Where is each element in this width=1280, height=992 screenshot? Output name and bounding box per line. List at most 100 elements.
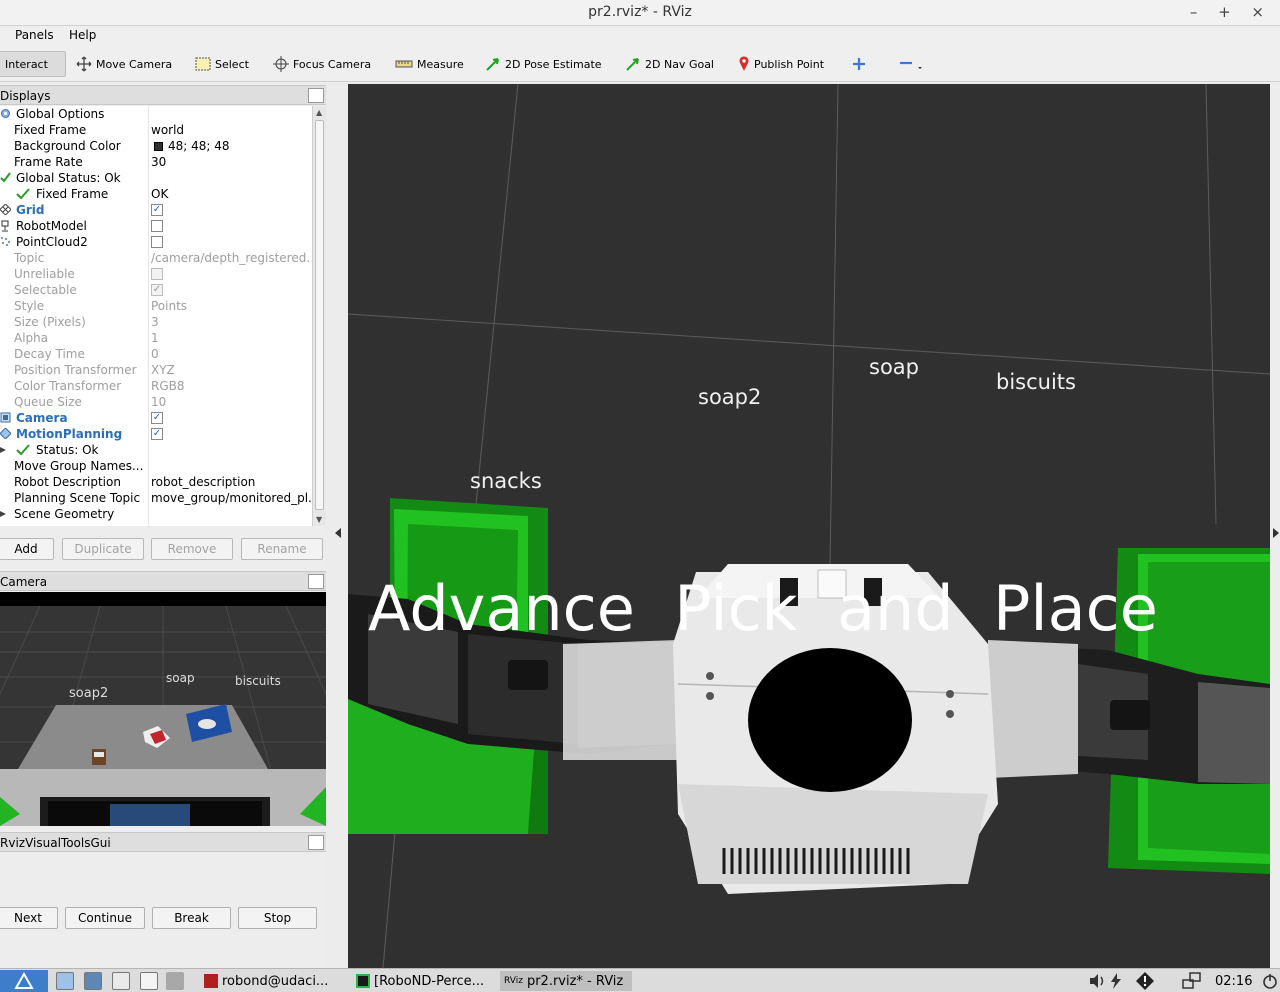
clock[interactable]: 02:16: [1215, 971, 1252, 991]
start-menu-button[interactable]: [0, 970, 48, 992]
camera-checkbox[interactable]: ✓: [151, 412, 163, 424]
check-icon: [16, 444, 30, 456]
apps-icon: [84, 972, 102, 990]
remove-tool-button[interactable]: [892, 51, 928, 77]
tree-row-unreliable[interactable]: Unreliable: [0, 266, 312, 282]
add-tool-button[interactable]: [846, 51, 872, 77]
render-3d-view[interactable]: snacks soap2 soap biscuits Advance Pick …: [348, 84, 1270, 968]
add-display-button[interactable]: Add: [0, 538, 54, 560]
taskbar-terminal-label: robond@udaci...: [222, 973, 329, 989]
panel-splitter[interactable]: [326, 84, 348, 968]
collapse-left-icon[interactable]: [335, 528, 341, 538]
start-menu-icon: [14, 972, 34, 989]
gear-icon: [1, 109, 10, 118]
tree-row-motion-planning[interactable]: MotionPlanning ✓: [0, 426, 312, 442]
collapse-right-icon[interactable]: [1273, 528, 1279, 538]
tree-row-style[interactable]: Style Points: [0, 298, 312, 314]
taskbar-pycharm[interactable]: [RoboND-Perce...: [356, 971, 496, 991]
continue-button[interactable]: Continue: [65, 907, 145, 929]
select-icon: [195, 57, 211, 71]
window-controls[interactable]: – + ×: [1190, 3, 1272, 21]
tree-row-robot-model[interactable]: RobotModel: [0, 218, 312, 234]
window-launcher[interactable]: [112, 971, 130, 991]
measure-label: Measure: [417, 57, 464, 71]
tree-row-grid[interactable]: Grid ✓: [0, 202, 312, 218]
nav-goal-tool[interactable]: 2D Nav Goal: [619, 51, 720, 77]
scroll-down-icon[interactable]: ▼: [316, 515, 322, 524]
grid-enable-checkbox[interactable]: ✓: [151, 204, 163, 216]
menu-bar: Panels Help: [0, 26, 1280, 46]
tree-row-pointcloud2[interactable]: PointCloud2: [0, 234, 312, 250]
taskbar-terminal[interactable]: robond@udaci...: [204, 971, 348, 991]
tree-row-global-options[interactable]: Global Options: [0, 106, 312, 122]
tree-row-move-group-names[interactable]: Move Group Names...: [0, 458, 312, 474]
rename-display-button[interactable]: Rename: [241, 538, 323, 560]
motion-planning-checkbox[interactable]: ✓: [151, 428, 163, 440]
green-arrow-icon: [486, 58, 499, 71]
duplicate-display-button[interactable]: Duplicate: [62, 538, 144, 560]
logout-tray[interactable]: [1262, 971, 1278, 991]
minus-icon: [900, 61, 922, 69]
tree-row-camera[interactable]: Camera ✓: [0, 410, 312, 426]
robot-model-checkbox[interactable]: [151, 220, 163, 232]
pose-estimate-tool[interactable]: 2D Pose Estimate: [479, 51, 608, 77]
notification-tray[interactable]: [1136, 971, 1154, 991]
volume-tray[interactable]: [1088, 971, 1106, 991]
camera-panel-close-checkbox[interactable]: [308, 574, 324, 589]
tree-row-color-transformer[interactable]: Color Transformer RGB8: [0, 378, 312, 394]
focus-camera-tool[interactable]: Focus Camera: [267, 51, 377, 77]
unreliable-checkbox[interactable]: [151, 268, 163, 280]
expand-arrow-icon[interactable]: [0, 511, 6, 517]
tree-row-status-ok[interactable]: Status: Ok: [0, 442, 312, 458]
tree-row-planning-scene-topic[interactable]: Planning Scene Topic move_group/monitore…: [0, 490, 312, 506]
tree-row-size[interactable]: Size (Pixels) 3: [0, 314, 312, 330]
tree-row-topic[interactable]: Topic /camera/depth_registered.: [0, 250, 312, 266]
scroll-up-icon[interactable]: ▲: [316, 108, 322, 117]
file-manager-launcher[interactable]: [56, 971, 74, 991]
move-camera-tool[interactable]: Move Camera: [70, 51, 178, 77]
scrollbar-thumb[interactable]: [315, 120, 324, 510]
tree-row-fixed-frame-status[interactable]: Fixed Frame OK: [0, 186, 312, 202]
select-tool[interactable]: Select: [189, 51, 255, 77]
power-tray[interactable]: [1110, 971, 1122, 991]
taskbar-rviz[interactable]: RViz pr2.rviz* - RViz: [500, 971, 632, 991]
tree-row-fixed-frame[interactable]: Fixed Frame world: [0, 122, 312, 138]
tree-row-decay-time[interactable]: Decay Time 0: [0, 346, 312, 362]
pointcloud2-checkbox[interactable]: [151, 236, 163, 248]
tree-row-background-color[interactable]: Background Color 48; 48; 48: [0, 138, 312, 154]
stop-button[interactable]: Stop: [238, 907, 317, 929]
plus-icon: [853, 58, 865, 70]
tree-row-selectable[interactable]: Selectable ✓: [0, 282, 312, 298]
displays-scrollbar[interactable]: ▲ ▼: [312, 106, 326, 526]
tree-row-scene-geometry[interactable]: Scene Geometry: [0, 506, 312, 522]
apps-launcher[interactable]: [84, 971, 102, 991]
tree-row-frame-rate[interactable]: Frame Rate 30: [0, 154, 312, 170]
browser-launcher[interactable]: [140, 971, 158, 991]
taskbar-rviz-label: pr2.rviz* - RViz: [526, 973, 624, 989]
tree-row-position-transformer[interactable]: Position Transformer XYZ: [0, 362, 312, 378]
publish-point-tool[interactable]: Publish Point: [732, 51, 830, 77]
pycharm-icon: [356, 974, 370, 988]
rviz-tools-panel-header: RvizVisualToolsGui: [0, 832, 326, 852]
camera-image-view[interactable]: soap2 soap biscuits: [0, 592, 326, 826]
remove-display-button[interactable]: Remove: [151, 538, 233, 560]
cam-label-biscuits: biscuits: [235, 674, 281, 688]
tree-row-robot-description[interactable]: Robot Description robot_description: [0, 474, 312, 490]
measure-tool[interactable]: Measure: [389, 51, 470, 77]
break-button[interactable]: Break: [152, 907, 231, 929]
interact-tool[interactable]: Interact: [0, 51, 66, 77]
menu-panels[interactable]: Panels: [15, 28, 54, 42]
network-tray[interactable]: [1182, 971, 1202, 991]
next-button[interactable]: Next: [0, 907, 58, 929]
check-icon: [0, 172, 11, 183]
displays-close-checkbox[interactable]: [308, 88, 324, 103]
expand-arrow-icon[interactable]: [0, 447, 6, 453]
rviz-tools-close-checkbox[interactable]: [308, 835, 324, 850]
tree-row-alpha[interactable]: Alpha 1: [0, 330, 312, 346]
menu-help[interactable]: Help: [69, 28, 96, 42]
tree-row-global-status[interactable]: Global Status: Ok: [0, 170, 312, 186]
tree-row-queue-size[interactable]: Queue Size 10: [0, 394, 312, 410]
selectable-checkbox[interactable]: ✓: [151, 284, 163, 296]
desktop-launcher[interactable]: [166, 971, 184, 991]
displays-title: Displays: [0, 89, 51, 103]
